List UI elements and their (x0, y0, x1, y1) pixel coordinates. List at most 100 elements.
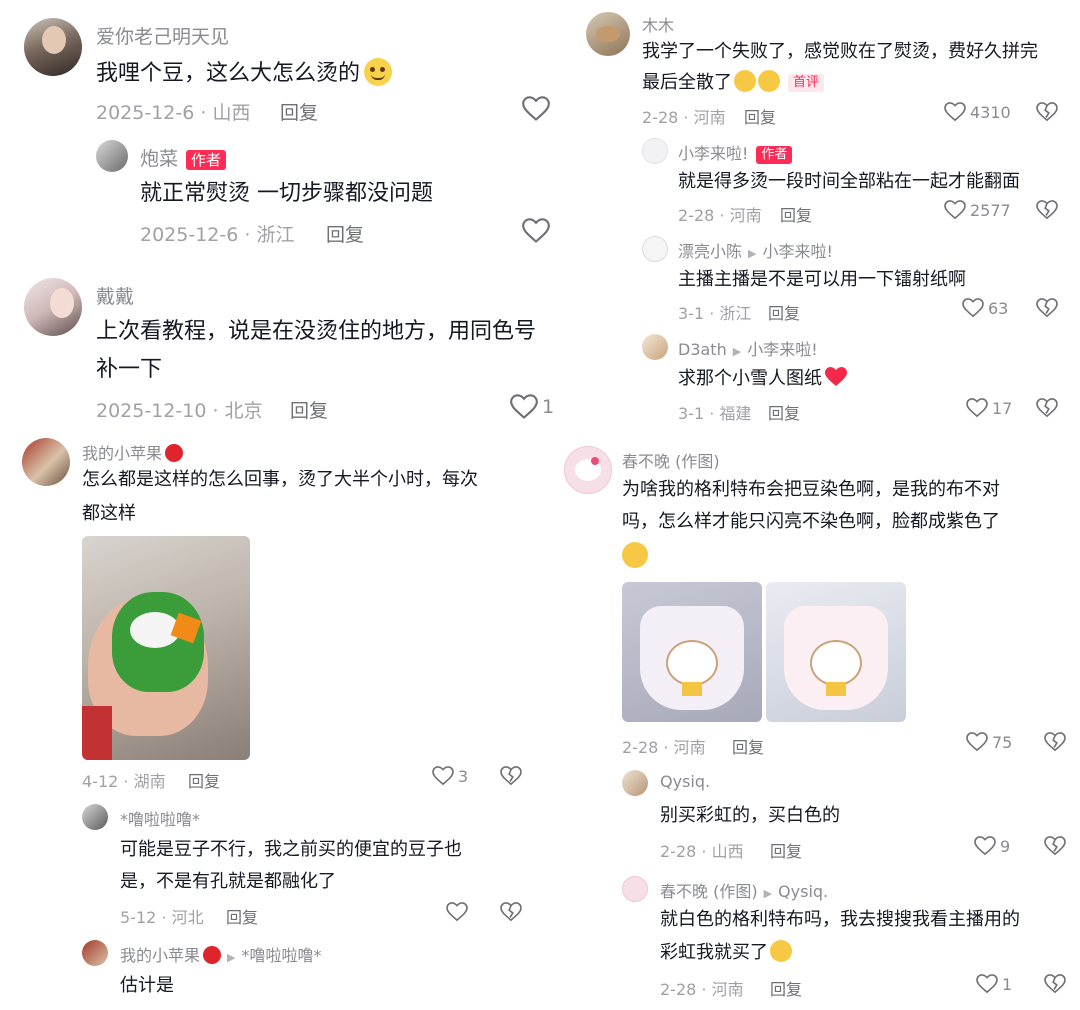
comment-text-line-1: 就白色的格利特布吗，我去搜搜我看主播用的 (660, 909, 1020, 930)
username[interactable]: 炮菜 作者 (140, 144, 227, 171)
avatar[interactable] (82, 940, 108, 966)
reply-button[interactable]: 回复 (226, 904, 258, 928)
comment-photo[interactable] (622, 582, 762, 722)
like-count: 1 (1002, 974, 1013, 994)
like-button[interactable]: 75 (966, 732, 1012, 752)
comment-photo[interactable] (82, 536, 250, 760)
like-button[interactable]: 63 (962, 298, 1008, 318)
comment-text-line-2: 吗，怎么样才能只闪亮不染色啊，脸都成紫色了 (622, 511, 1000, 532)
like-button[interactable] (522, 96, 550, 122)
apple-emoji-icon (165, 444, 184, 462)
username[interactable]: 漂亮小陈 ▶ 小李来啦! (678, 238, 833, 262)
comment-text-line-2: 最后全散了 首评 (642, 70, 825, 95)
dislike-icon[interactable] (500, 766, 522, 786)
like-button[interactable]: 1 (510, 394, 554, 420)
like-count: 9 (1000, 836, 1011, 856)
comment-text: 我哩个豆，这么大怎么烫的 (96, 58, 393, 88)
heart-icon (944, 102, 966, 122)
reply-to-arrow-icon: ▶ (748, 247, 757, 260)
dislike-icon[interactable] (1044, 974, 1066, 994)
comment-photo[interactable] (766, 582, 906, 722)
comment-text-line-2: 彩虹我就买了 (660, 940, 792, 965)
username[interactable]: Qysiq. (660, 772, 710, 791)
username[interactable]: 春不晚 (作图) (622, 448, 720, 472)
avatar[interactable] (642, 334, 668, 360)
username[interactable]: 爱你老己明天见 (96, 22, 229, 49)
dislike-icon[interactable] (1036, 102, 1058, 122)
username[interactable]: 木木 (642, 12, 674, 36)
heart-icon (944, 200, 966, 220)
like-count: 75 (992, 732, 1013, 752)
username[interactable]: D3ath ▶ 小李来啦! (678, 336, 818, 360)
username-text: 小李来啦! (678, 144, 749, 163)
heart-icon (966, 398, 988, 418)
dislike-icon[interactable] (500, 902, 522, 922)
like-count: 4310 (970, 102, 1011, 122)
like-button[interactable]: 9 (974, 836, 1010, 856)
reply-to-username[interactable]: *噜啦啦噜* (241, 946, 321, 965)
username-text: 春不晚 (作图) (660, 882, 758, 901)
avatar[interactable] (82, 804, 108, 830)
avatar[interactable] (22, 438, 70, 486)
reply-button[interactable]: 回复 (290, 396, 328, 423)
username-text: 我的小苹果 (120, 946, 201, 965)
reply-to-arrow-icon: ▶ (763, 887, 773, 900)
like-button[interactable] (446, 902, 468, 922)
comment-text-content: 彩虹我就买了 (660, 942, 768, 963)
avatar[interactable] (564, 446, 612, 494)
avatar[interactable] (586, 12, 630, 56)
username[interactable]: 春不晚 (作图) ▶ Qysiq. (660, 878, 828, 902)
like-button[interactable]: 2577 (944, 200, 1011, 220)
dislike-icon[interactable] (1036, 298, 1058, 318)
heart-icon (510, 394, 538, 419)
reply-button[interactable]: 回复 (768, 400, 800, 424)
dislike-icon[interactable] (1036, 200, 1058, 220)
username[interactable]: 小李来啦! 作者 (678, 140, 793, 164)
heart-icon (446, 902, 468, 922)
reply-to-username[interactable]: 小李来啦! (762, 242, 832, 261)
dislike-icon[interactable] (1044, 836, 1066, 856)
reply-button[interactable]: 回复 (326, 220, 364, 247)
comment-date-location: 2025-12-6 · 浙江 (140, 224, 295, 246)
comment-text-line-1: 我学了一个失败了，感觉败在了熨烫，费好久拼完 (642, 41, 1038, 62)
like-button[interactable]: 4310 (944, 102, 1011, 122)
reply-button[interactable]: 回复 (780, 202, 812, 226)
dislike-icon[interactable] (1044, 732, 1066, 752)
heart-icon (962, 298, 984, 318)
username[interactable]: 戴戴 (96, 282, 134, 309)
reply-button[interactable]: 回复 (744, 104, 776, 128)
avatar[interactable] (622, 770, 648, 796)
author-badge: 作者 (756, 145, 793, 164)
reply-button[interactable]: 回复 (770, 976, 802, 1000)
like-button[interactable] (522, 218, 550, 244)
username[interactable]: *噜啦啦噜* (120, 806, 200, 830)
reply-to-username[interactable]: Qysiq. (778, 882, 828, 901)
comment-date-location: 3-1 · 浙江 (678, 304, 752, 323)
comment-text-content: 求那个小雪人图纸 (678, 368, 822, 389)
avatar[interactable] (642, 138, 668, 164)
username[interactable]: 我的小苹果 (82, 440, 184, 464)
avatar[interactable] (24, 278, 82, 336)
reply-button[interactable]: 回复 (280, 98, 318, 125)
crying-emoji-icon (622, 542, 648, 568)
username-text: 我的小苹果 (82, 444, 163, 463)
heart-icon (974, 836, 996, 856)
comment-text-line-1: 怎么都是这样的怎么回事，烫了大半个小时，每次 (82, 469, 478, 490)
avatar[interactable] (622, 876, 648, 902)
reply-to-username[interactable]: 小李来啦! (747, 340, 817, 359)
like-button[interactable]: 17 (966, 398, 1012, 418)
username[interactable]: 我的小苹果 ▶ *噜啦啦噜* (120, 942, 322, 966)
reply-button[interactable]: 回复 (732, 734, 764, 758)
like-button[interactable]: 3 (432, 766, 468, 786)
avatar[interactable] (96, 140, 128, 172)
reply-button[interactable]: 回复 (188, 768, 220, 792)
reply-button[interactable]: 回复 (768, 300, 800, 324)
avatar[interactable] (24, 18, 82, 76)
comment-text-line-2: 都这样 (82, 503, 136, 524)
reply-button[interactable]: 回复 (770, 838, 802, 862)
like-button[interactable]: 1 (976, 974, 1012, 994)
dislike-icon[interactable] (1036, 398, 1058, 418)
avatar[interactable] (642, 236, 668, 262)
like-count: 1 (542, 396, 555, 418)
heart-icon (522, 218, 550, 243)
